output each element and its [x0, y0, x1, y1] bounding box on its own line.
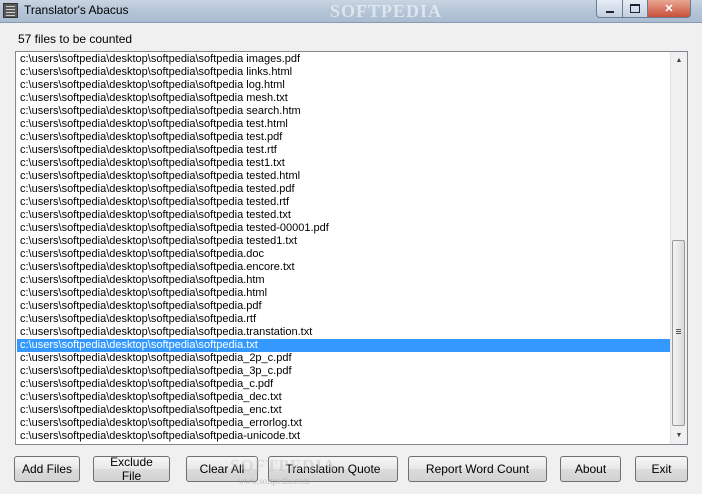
list-item[interactable]: c:\users\softpedia\desktop\softpedia\sof… — [17, 105, 671, 118]
file-count-label: 57 files to be counted — [18, 32, 133, 46]
list-item[interactable]: c:\users\softpedia\desktop\softpedia\sof… — [17, 274, 671, 287]
list-item[interactable]: c:\users\softpedia\desktop\softpedia\sof… — [17, 235, 671, 248]
list-item[interactable]: c:\users\softpedia\desktop\softpedia\sof… — [17, 261, 671, 274]
app-icon[interactable] — [3, 3, 18, 18]
close-icon: ✕ — [664, 3, 674, 15]
clear-all-button[interactable]: Clear All — [186, 456, 258, 482]
scroll-down-arrow-icon[interactable]: ▼ — [671, 427, 687, 444]
list-item[interactable]: c:\users\softpedia\desktop\softpedia\sof… — [17, 326, 671, 339]
maximize-button[interactable] — [622, 0, 648, 18]
list-item[interactable]: c:\users\softpedia\desktop\softpedia\sof… — [17, 352, 671, 365]
scroll-up-arrow-icon[interactable]: ▲ — [671, 52, 687, 69]
close-button[interactable]: ✕ — [647, 0, 691, 18]
translation-quote-button[interactable]: Translation Quote — [268, 456, 398, 482]
list-item[interactable]: c:\users\softpedia\desktop\softpedia\sof… — [17, 378, 671, 391]
list-item[interactable]: c:\users\softpedia\desktop\softpedia\sof… — [17, 287, 671, 300]
list-item[interactable]: c:\users\softpedia\desktop\softpedia\sof… — [17, 404, 671, 417]
list-item[interactable]: c:\users\softpedia\desktop\softpedia\sof… — [17, 222, 671, 235]
add-files-button[interactable]: Add Files — [14, 456, 80, 482]
list-item[interactable]: c:\users\softpedia\desktop\softpedia\sof… — [17, 118, 671, 131]
list-item[interactable]: c:\users\softpedia\desktop\softpedia\sof… — [17, 170, 671, 183]
list-item[interactable]: c:\users\softpedia\desktop\softpedia\sof… — [17, 365, 671, 378]
list-item[interactable]: c:\users\softpedia\desktop\softpedia\sof… — [17, 196, 671, 209]
list-item[interactable]: c:\users\softpedia\desktop\softpedia\sof… — [17, 131, 671, 144]
list-item[interactable]: c:\users\softpedia\desktop\softpedia\sof… — [17, 417, 671, 430]
list-item[interactable]: c:\users\softpedia\desktop\softpedia\sof… — [17, 248, 671, 261]
about-button[interactable]: About — [560, 456, 621, 482]
scrollbar-thumb[interactable] — [672, 240, 685, 426]
list-item[interactable]: c:\users\softpedia\desktop\softpedia\sof… — [17, 313, 671, 326]
grip-icon — [676, 329, 681, 330]
file-listbox[interactable]: c:\users\softpedia\desktop\softpedia\sof… — [15, 51, 688, 445]
list-item[interactable]: c:\users\softpedia\desktop\softpedia\sof… — [17, 209, 671, 222]
window-title: Translator's Abacus — [24, 3, 129, 17]
file-list[interactable]: c:\users\softpedia\desktop\softpedia\sof… — [17, 53, 671, 443]
exclude-file-button[interactable]: Exclude File — [93, 455, 170, 483]
list-item[interactable]: c:\users\softpedia\desktop\softpedia\sof… — [17, 300, 671, 313]
list-item[interactable]: c:\users\softpedia\desktop\softpedia\sof… — [17, 183, 671, 196]
list-item[interactable]: c:\users\softpedia\desktop\softpedia\sof… — [17, 92, 671, 105]
list-item[interactable]: c:\users\softpedia\desktop\softpedia\sof… — [17, 144, 671, 157]
watermark-text: SOFTPEDIA — [330, 1, 443, 21]
maximize-icon — [630, 4, 640, 13]
list-item[interactable]: c:\users\softpedia\desktop\softpedia\sof… — [17, 391, 671, 404]
list-item[interactable]: c:\users\softpedia\desktop\softpedia\sof… — [17, 157, 671, 170]
minimize-button[interactable] — [596, 0, 623, 18]
list-item[interactable]: c:\users\softpedia\desktop\softpedia\sof… — [17, 339, 671, 352]
list-item[interactable]: c:\users\softpedia\desktop\softpedia\sof… — [17, 430, 671, 443]
minimize-icon — [605, 10, 614, 13]
vertical-scrollbar[interactable]: ▲ ▼ — [670, 52, 687, 444]
exit-button[interactable]: Exit — [635, 456, 688, 482]
title-bar[interactable]: Translator's Abacus SOFTPEDIA ✕ — [0, 0, 702, 23]
report-word-count-button[interactable]: Report Word Count — [408, 456, 547, 482]
list-item[interactable]: c:\users\softpedia\desktop\softpedia\sof… — [17, 79, 671, 92]
list-item[interactable]: c:\users\softpedia\desktop\softpedia\sof… — [17, 66, 671, 79]
list-item[interactable]: c:\users\softpedia\desktop\softpedia\sof… — [17, 53, 671, 66]
